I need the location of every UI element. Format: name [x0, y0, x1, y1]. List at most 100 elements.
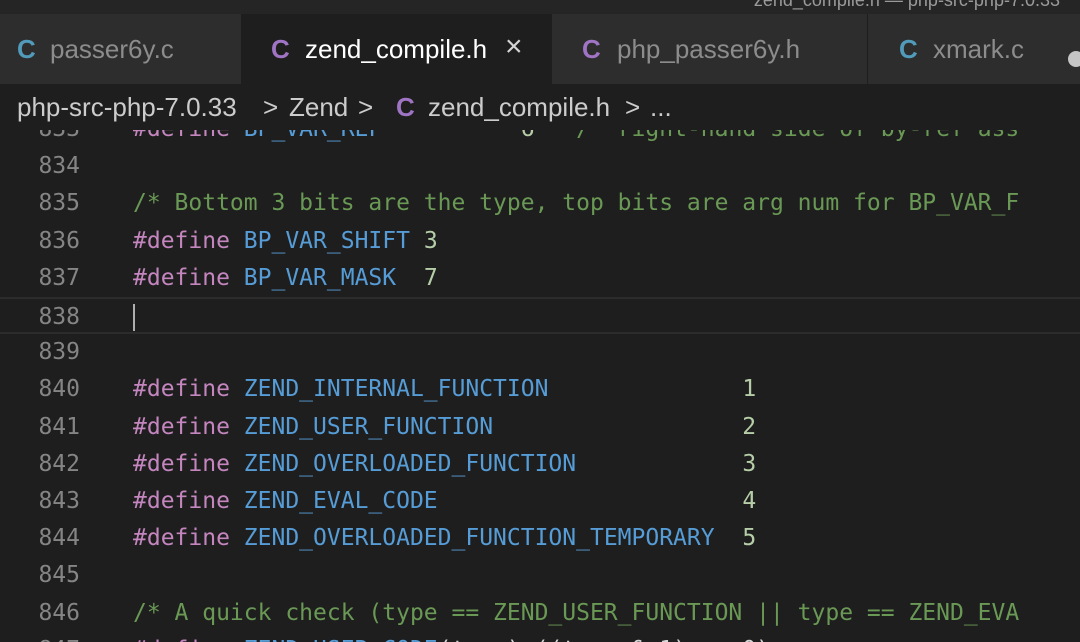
code-line[interactable]: 844 #define ZEND_OVERLOADED_FUNCTION_TEMP…	[0, 520, 1080, 557]
c-file-icon: C	[17, 34, 36, 64]
code-line[interactable]: 843 #define ZEND_EVAL_CODE 4	[0, 483, 1080, 520]
breadcrumb-folder[interactable]: php-src-php-7.0.33	[17, 92, 237, 122]
code-line[interactable]: 841 #define ZEND_USER_FUNCTION 2	[0, 409, 1080, 446]
code-text: /* A quick check (type == ZEND_USER_FUNC…	[133, 595, 1019, 632]
chevron-right-icon: >	[358, 92, 374, 122]
code-token: #define	[133, 130, 230, 142]
code-token: 5	[742, 525, 757, 552]
code-token: /* A quick check (type == ZEND_USER_FUNC…	[133, 599, 1020, 626]
code-token: 2	[742, 413, 757, 440]
code-token: #define	[133, 264, 230, 291]
tab-xmark-c[interactable]: C xmark.c	[868, 14, 1080, 84]
tab-label: passer6y.c	[50, 34, 174, 64]
line-number: 842	[38, 450, 80, 477]
code-line[interactable]: 836 #define BP_VAR_SHIFT 3	[0, 223, 1080, 260]
code-token: #define	[133, 450, 230, 477]
code-text: #define ZEND_OVERLOADED_FUNCTION_TEMPORA…	[133, 520, 756, 557]
code-token: 4	[742, 488, 757, 514]
breadcrumb: php-src-php-7.0.33 > Zend > C zend_compi…	[0, 84, 1080, 130]
tab-zend-compile-h[interactable]: C zend_compile.h ×	[242, 14, 552, 84]
code-token: 1	[742, 376, 757, 403]
code-line[interactable]: 834	[0, 148, 1080, 185]
code-token: 3	[742, 450, 757, 477]
code-token: 6	[521, 130, 535, 142]
line-number: 847	[0, 632, 80, 642]
code-text: #define ZEND_USER_FUNCTION 2	[133, 409, 756, 446]
code-line[interactable]: 840 #define ZEND_INTERNAL_FUNCTION 1	[0, 371, 1080, 408]
tab-label: zend_compile.h	[305, 34, 488, 64]
tab-php-passer6y-h[interactable]: C php_passer6y.h	[552, 14, 868, 84]
tab-label: xmark.c	[933, 34, 1024, 64]
code-text: #define ZEND_INTERNAL_FUNCTION 1	[133, 371, 756, 408]
code-token: ZEND_INTERNAL_FUNCTION	[243, 376, 549, 403]
line-number: 833	[0, 130, 80, 148]
tab-label: php_passer6y.h	[617, 34, 801, 64]
tab-passer6y-c[interactable]: C passer6y.c	[0, 14, 242, 84]
code-token: /* right-hand side of by-ref ass	[576, 130, 1019, 142]
code-token: ZEND_OVERLOADED_FUNCTION	[243, 450, 577, 477]
window-title: zend_compile.h — php-src-php-7.0.33	[753, 0, 1060, 10]
code-text: #define ZEND_EVAL_CODE 4	[133, 483, 756, 520]
line-number: 834	[38, 153, 80, 180]
code-line[interactable]: 833 #define BP_VAR_REF 6 /* right-hand si…	[0, 130, 1080, 148]
code-text: #define ZEND_USER_CODE(type) ((type & 1)…	[133, 632, 770, 642]
line-number: 841	[38, 413, 80, 440]
chevron-right-icon: >	[625, 92, 641, 122]
line-number: 845	[38, 562, 80, 589]
breadcrumb-more[interactable]: ...	[650, 92, 672, 122]
code-token: 7	[423, 264, 438, 291]
code-line[interactable]: 837 #define BP_VAR_MASK 7	[0, 260, 1080, 297]
breadcrumb-file[interactable]: zend_compile.h	[428, 92, 610, 122]
code-text: #define BP_VAR_MASK 7	[133, 260, 438, 297]
c-file-icon: C	[271, 34, 290, 64]
code-token: ZEND_USER_FUNCTION	[243, 413, 494, 440]
code-token: #define	[133, 413, 230, 440]
text-cursor	[133, 304, 135, 331]
code-line[interactable]: 846 /* A quick check (type == ZEND_USER_F…	[0, 595, 1080, 632]
tab-bar: C passer6y.c C zend_compile.h × C php_pa…	[0, 14, 1080, 84]
code-line[interactable]: 835 /* Bottom 3 bits are the type, top bi…	[0, 185, 1080, 222]
chevron-right-icon: >	[263, 92, 279, 122]
code-token: (type) ((type & 1) == 0)	[438, 637, 770, 642]
line-number: 844	[38, 525, 80, 552]
c-file-icon: C	[396, 92, 415, 122]
code-token: ZEND_EVAL_CODE	[243, 488, 438, 514]
line-number: 846	[38, 599, 80, 626]
code-text: #define ZEND_OVERLOADED_FUNCTION 3	[133, 446, 756, 483]
line-number: 843	[38, 488, 80, 514]
breadcrumb-subfolder[interactable]: Zend	[289, 92, 348, 122]
code-token: 3	[423, 227, 438, 254]
line-number: 835	[38, 190, 80, 217]
code-text: /* Bottom 3 bits are the type, top bits …	[133, 185, 1019, 222]
dot-icon[interactable]	[1068, 51, 1080, 67]
code-token: #define	[133, 637, 230, 642]
c-file-icon: C	[582, 34, 601, 64]
code-token: BP_VAR_MASK	[243, 264, 397, 291]
code-line[interactable]: 847 #define ZEND_USER_CODE(type) ((type &…	[0, 632, 1080, 642]
code-line[interactable]: 845	[0, 557, 1080, 594]
line-number: 836	[38, 227, 80, 254]
line-number: 838	[38, 304, 80, 330]
close-icon[interactable]: ×	[505, 30, 523, 64]
code-line[interactable]: 839	[0, 334, 1080, 371]
code-line[interactable]: 838	[0, 297, 1080, 334]
code-editor[interactable]: 833 #define BP_VAR_REF 6 /* right-hand si…	[0, 130, 1080, 642]
code-line[interactable]: 842 #define ZEND_OVERLOADED_FUNCTION 3	[0, 446, 1080, 483]
code-token: ZEND_USER_CODE	[244, 637, 438, 642]
line-number: 837	[38, 264, 80, 291]
code-token: ZEND_OVERLOADED_FUNCTION_TEMPORARY	[243, 525, 715, 552]
code-text: #define BP_VAR_REF 6 /* right-hand side …	[133, 130, 1019, 148]
